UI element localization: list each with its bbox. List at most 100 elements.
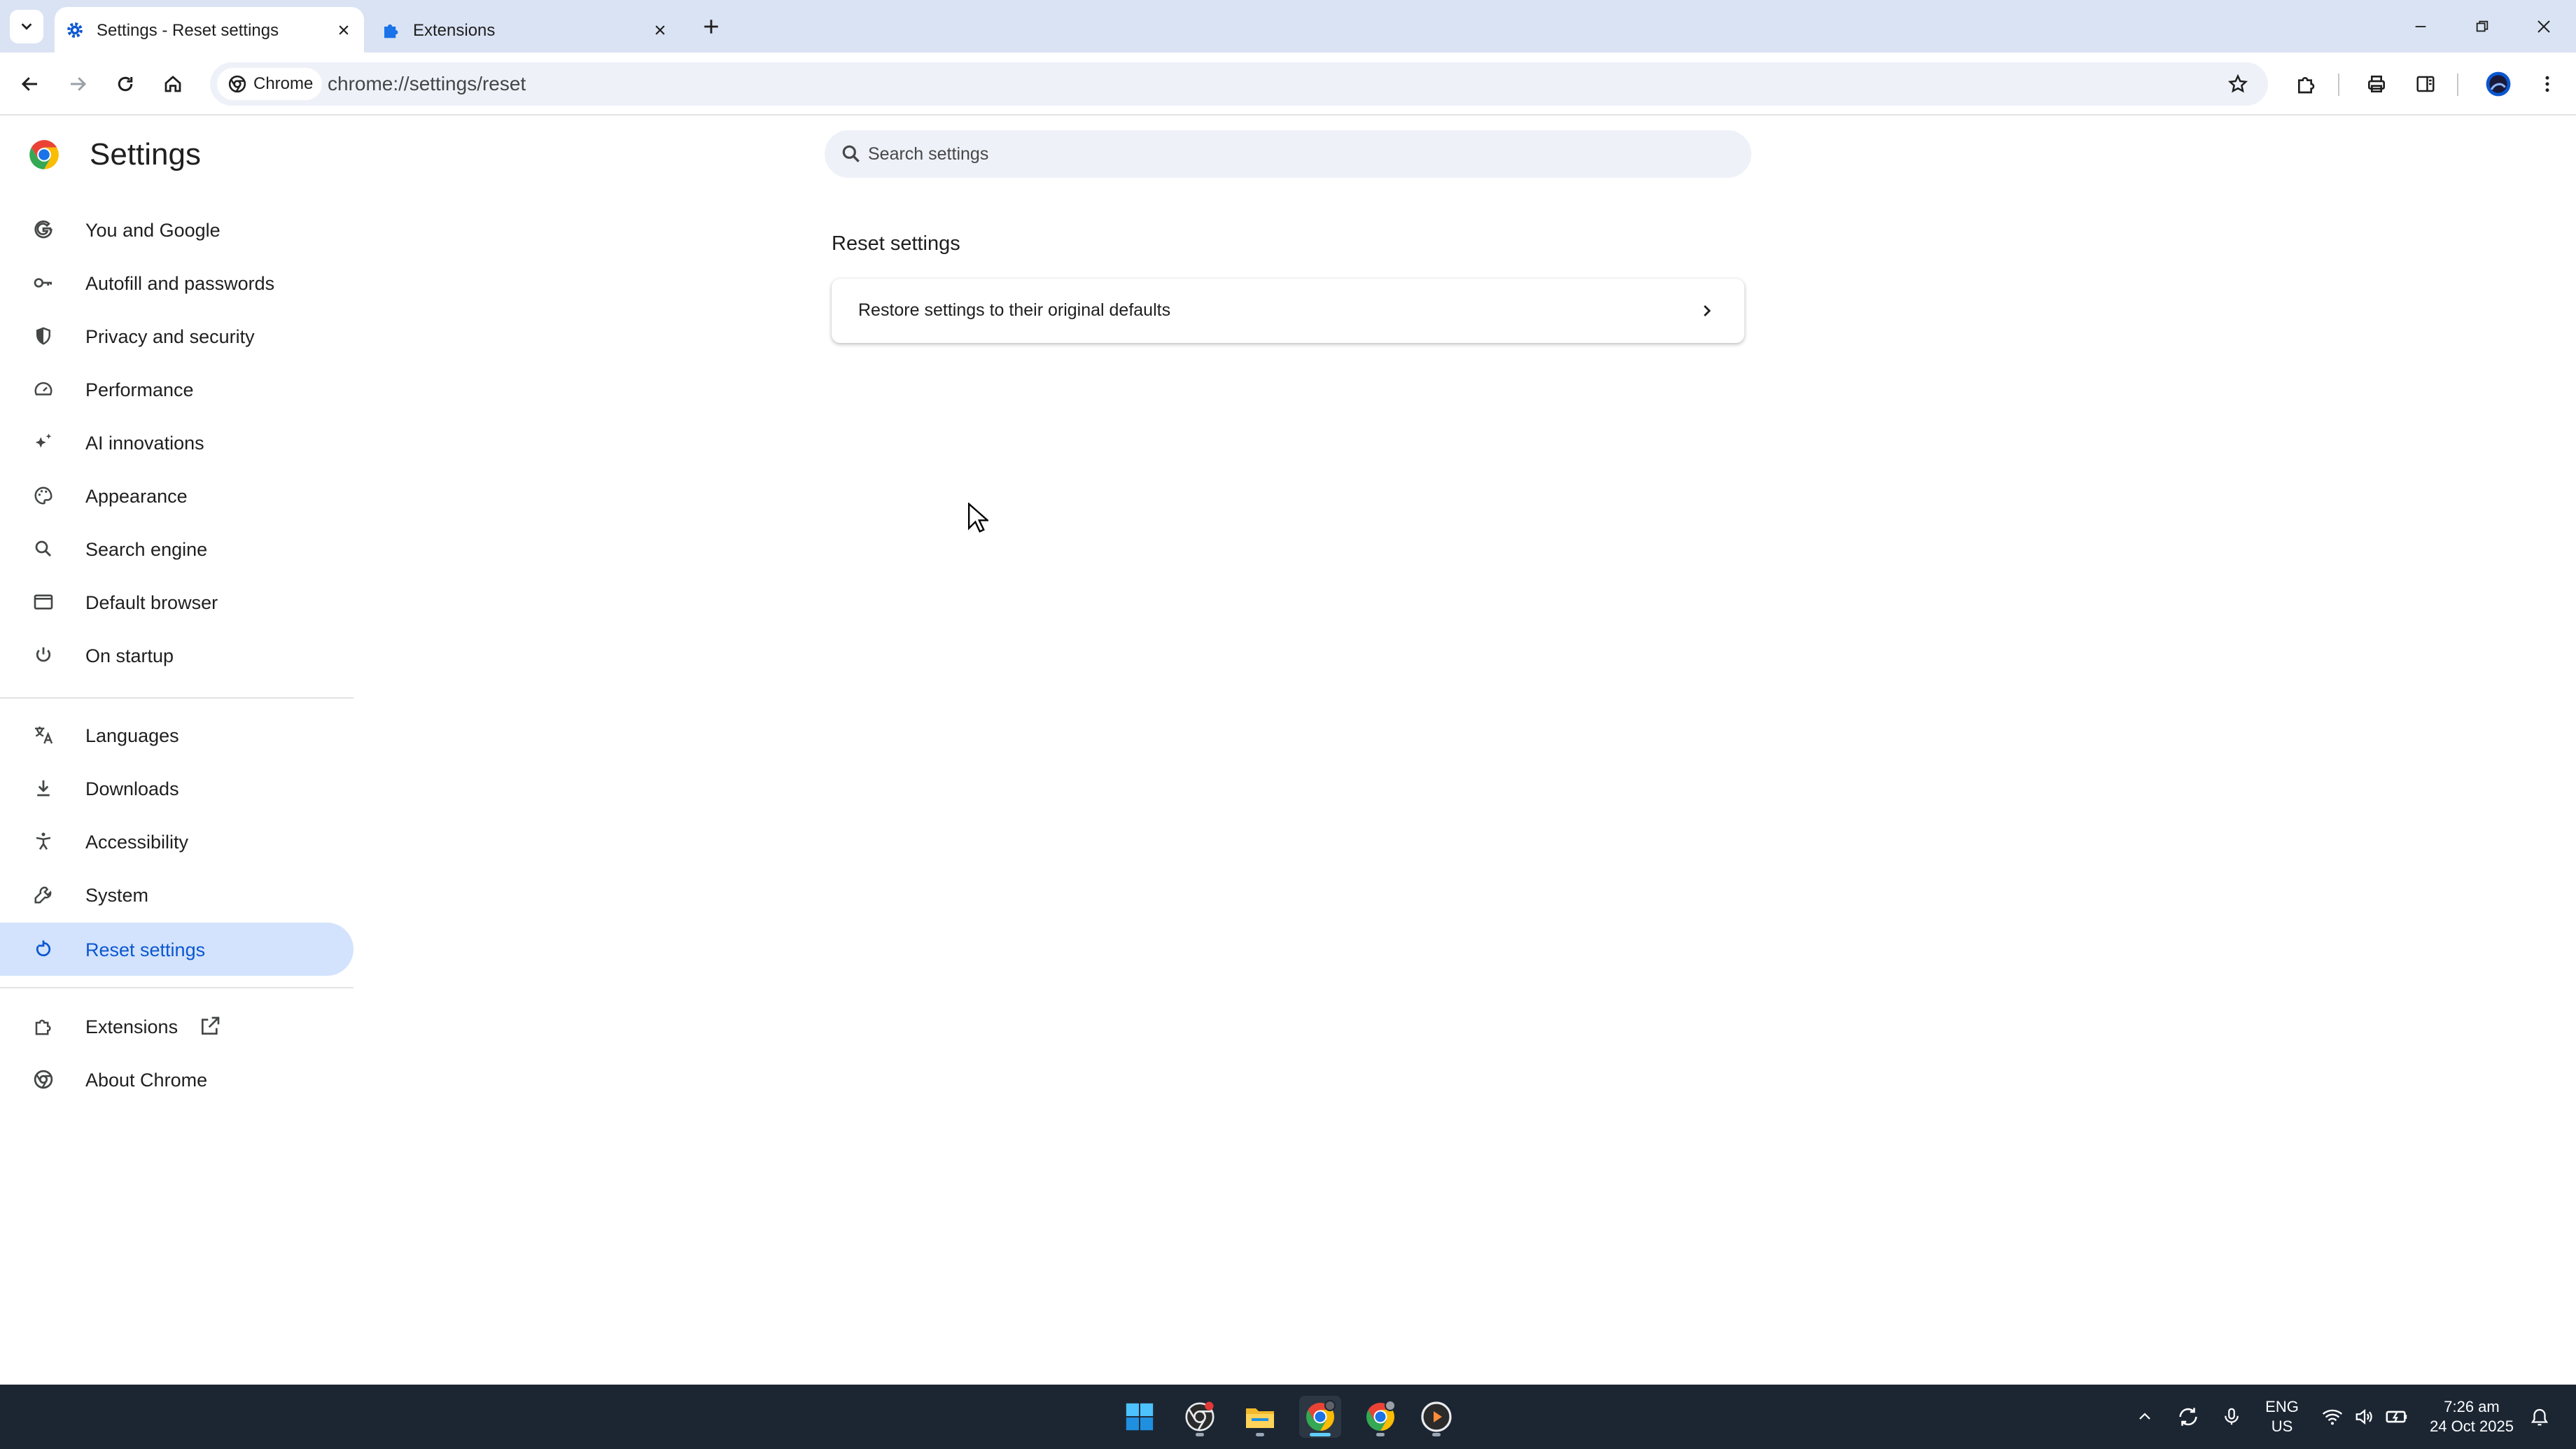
region-code: US (2271, 1418, 2293, 1435)
play-icon (1421, 1401, 1452, 1432)
sidebar-item-label: System (85, 885, 149, 906)
sync-tray-button[interactable] (2173, 1401, 2204, 1432)
taskbar-app-screen-recorder[interactable] (1179, 1396, 1221, 1438)
back-button[interactable] (13, 66, 48, 102)
side-panel-button[interactable] (2408, 66, 2443, 102)
sidebar-item-downloads[interactable]: Downloads (0, 762, 354, 815)
microphone-tray-button[interactable] (2216, 1401, 2247, 1432)
chrome-dark-icon (1185, 1401, 1214, 1432)
gear-icon (67, 22, 83, 38)
minimize-button[interactable] (2404, 10, 2437, 43)
menu-button[interactable] (2530, 66, 2565, 102)
sidebar-item-search-engine[interactable]: Search engine (0, 522, 354, 575)
sidebar-item-accessibility[interactable]: Accessibility (0, 815, 354, 868)
sidebar-item-label: Reset settings (85, 939, 206, 960)
sidebar-item-appearance[interactable]: Appearance (0, 469, 354, 522)
tab-search-button[interactable] (10, 10, 43, 43)
sync-icon (2179, 1408, 2197, 1426)
sidebar-item-system[interactable]: System (0, 868, 354, 921)
chevron-down-icon (21, 23, 32, 30)
bookmark-star-button[interactable] (2223, 69, 2253, 99)
search-input[interactable] (868, 137, 1708, 171)
home-button[interactable] (155, 66, 190, 102)
sidebar-item-about-chrome[interactable]: About Chrome (0, 1053, 354, 1106)
window-close-button[interactable] (2527, 10, 2561, 43)
google-g-icon (32, 218, 55, 241)
sidebar-item-label: Accessibility (85, 832, 189, 853)
sidebar-divider (0, 987, 354, 988)
taskbar-indicator (1196, 1433, 1204, 1436)
chrome-logo-icon (29, 140, 59, 169)
taskbar-app-chrome[interactable] (1299, 1396, 1341, 1438)
speaker-icon (2356, 1408, 2372, 1425)
puzzle-icon (2298, 77, 2315, 94)
sidebar-item-on-startup[interactable]: On startup (0, 629, 354, 682)
sidebar-item-performance[interactable]: Performance (0, 363, 354, 416)
volume-tray-button[interactable] (2349, 1401, 2380, 1432)
reload-icon (118, 76, 133, 92)
taskbar-app-chrome-profile[interactable] (1359, 1396, 1401, 1438)
puzzle-icon (32, 1015, 55, 1037)
sidebar-item-label: Extensions (85, 1016, 178, 1037)
speedometer-icon (32, 378, 55, 400)
show-hidden-icons-button[interactable] (2129, 1401, 2160, 1432)
input-language-indicator[interactable]: ENG US (2261, 1397, 2303, 1436)
clock-date: 24 Oct 2025 (2430, 1418, 2514, 1435)
start-button[interactable] (1119, 1396, 1161, 1438)
sidebar-item-extensions[interactable]: Extensions (0, 1000, 354, 1053)
battery-icon (2386, 1410, 2407, 1423)
restore-defaults-row[interactable]: Restore settings to their original defau… (832, 279, 1744, 343)
taskbar-app-file-explorer[interactable] (1239, 1396, 1281, 1438)
sidebar-item-languages[interactable]: Languages (0, 708, 354, 762)
notification-center-button[interactable] (2524, 1401, 2555, 1432)
clock[interactable]: 7:26 am 24 Oct 2025 (2419, 1397, 2524, 1436)
folder-icon (1246, 1408, 1274, 1428)
close-icon[interactable] (648, 18, 672, 42)
taskbar: ENG US 7:26 am 24 Oct 2025 (0, 1385, 2576, 1449)
sidebar-item-default-browser[interactable]: Default browser (0, 575, 354, 629)
sidebar-item-label: AI innovations (85, 433, 204, 454)
sidebar-item-privacy[interactable]: Privacy and security (0, 309, 354, 363)
sidebar-item-autofill[interactable]: Autofill and passwords (0, 256, 354, 309)
wifi-icon (2322, 1409, 2343, 1425)
url-text[interactable]: chrome://settings/reset (328, 73, 526, 95)
sidebar-item-label: You and Google (85, 220, 220, 241)
sidebar-item-reset-settings[interactable]: Reset settings (0, 923, 354, 976)
address-bar[interactable]: Chrome chrome://settings/reset (210, 62, 2268, 106)
forward-button[interactable] (60, 66, 95, 102)
chip-label: Chrome (253, 74, 314, 93)
site-info-chip[interactable]: Chrome (217, 68, 322, 100)
search-icon (842, 145, 860, 162)
restore-defaults-label: Restore settings to their original defau… (858, 300, 1171, 320)
new-tab-button[interactable] (697, 13, 725, 41)
avatar (2486, 71, 2511, 97)
close-icon[interactable] (332, 18, 356, 42)
sidebar-item-you-and-google[interactable]: You and Google (0, 203, 354, 256)
key-icon (32, 272, 55, 294)
taskbar-app-media-player[interactable] (1415, 1396, 1457, 1438)
sidebar-item-label: On startup (85, 645, 174, 666)
network-tray-button[interactable] (2317, 1401, 2348, 1432)
reload-button[interactable] (108, 66, 143, 102)
tab-title: Settings - Reset settings (97, 21, 279, 40)
chrome-icon (1366, 1400, 1396, 1431)
taskbar-indicator (1432, 1433, 1441, 1436)
print-button[interactable] (2359, 66, 2394, 102)
tab-strip: Settings - Reset settings Extensions (0, 0, 2576, 52)
tab-settings[interactable]: Settings - Reset settings (55, 7, 364, 52)
battery-tray-button[interactable] (2381, 1401, 2412, 1432)
tab-extensions[interactable]: Extensions (371, 7, 680, 52)
notification-bell-icon (2530, 1408, 2549, 1426)
sidebar-item-ai-innovations[interactable]: AI innovations (0, 416, 354, 469)
search-settings-box[interactable] (825, 130, 1751, 178)
sidebar-item-label: Default browser (85, 592, 218, 613)
sidebar-item-label: Languages (85, 725, 179, 746)
profile-button[interactable] (2481, 66, 2516, 102)
extensions-button[interactable] (2289, 66, 2324, 102)
close-icon (2538, 20, 2550, 33)
browser-window-icon (32, 591, 55, 613)
restore-button[interactable] (2465, 10, 2499, 43)
sparkle-icon (32, 431, 55, 454)
arrow-left-icon (21, 77, 37, 91)
chrome-icon (228, 75, 246, 93)
